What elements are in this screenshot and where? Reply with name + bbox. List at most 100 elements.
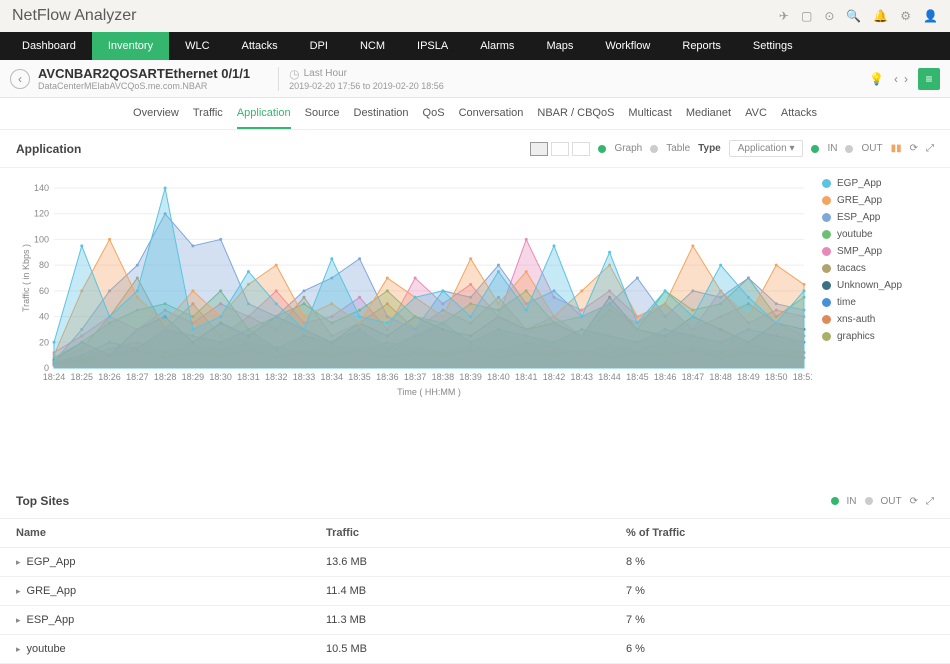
- chevron-right-icon: ▸: [16, 615, 21, 626]
- legend-label: youtube: [837, 229, 873, 240]
- legend-dot-icon: [822, 298, 831, 307]
- time-range: 2019-02-20 17:56 to 2019-02-20 18:56: [289, 81, 444, 91]
- tab-qos[interactable]: QoS: [423, 98, 445, 129]
- row-traffic: 10.5 MB: [326, 643, 626, 655]
- in-toggle-table[interactable]: IN: [847, 496, 857, 507]
- legend-dot-icon: [822, 230, 831, 239]
- dot-icon: [845, 145, 853, 153]
- svg-text:18:50: 18:50: [765, 372, 788, 382]
- prev-arrow[interactable]: ‹: [894, 72, 898, 86]
- chart-style-bar-icon[interactable]: [551, 142, 569, 156]
- nav-alarms[interactable]: Alarms: [464, 32, 530, 60]
- dot-icon: [811, 145, 819, 153]
- rocket-icon[interactable]: ✈: [779, 9, 789, 23]
- legend-label: time: [837, 297, 856, 308]
- svg-text:18:32: 18:32: [265, 372, 288, 382]
- nav-inventory[interactable]: Inventory: [92, 32, 169, 60]
- refresh-icon[interactable]: ⟳: [910, 143, 918, 154]
- legend-item[interactable]: Unknown_App: [822, 280, 934, 291]
- tab-overview[interactable]: Overview: [133, 98, 179, 129]
- col-pct[interactable]: % of Traffic: [626, 527, 934, 539]
- next-arrow[interactable]: ›: [904, 72, 908, 86]
- col-traffic[interactable]: Traffic: [326, 527, 626, 539]
- back-button[interactable]: ‹: [10, 69, 30, 89]
- legend-label: SMP_App: [837, 246, 882, 257]
- expand-icon[interactable]: ⤢: [926, 143, 934, 154]
- svg-text:18:47: 18:47: [682, 372, 705, 382]
- in-toggle[interactable]: IN: [827, 143, 837, 154]
- nav-reports[interactable]: Reports: [666, 32, 737, 60]
- view-graph-toggle[interactable]: Graph: [614, 143, 642, 154]
- nav-dpi[interactable]: DPI: [294, 32, 344, 60]
- svg-text:120: 120: [34, 209, 49, 219]
- svg-text:18:51: 18:51: [793, 372, 812, 382]
- tab-conversation[interactable]: Conversation: [459, 98, 524, 129]
- legend-item[interactable]: youtube: [822, 229, 934, 240]
- user-icon[interactable]: 👤: [923, 9, 938, 23]
- nav-wlc[interactable]: WLC: [169, 32, 225, 60]
- legend-item[interactable]: tacacs: [822, 263, 934, 274]
- tab-medianet[interactable]: Medianet: [686, 98, 731, 129]
- tab-nbar-cbqos[interactable]: NBAR / CBQoS: [537, 98, 614, 129]
- search-icon[interactable]: 🔍: [846, 9, 861, 23]
- table-row[interactable]: ▸GRE_App11.4 MB7 %: [0, 577, 950, 606]
- legend-label: ESP_App: [837, 212, 880, 223]
- svg-text:18:46: 18:46: [654, 372, 677, 382]
- legend-item[interactable]: time: [822, 297, 934, 308]
- type-select[interactable]: Application ▾: [729, 140, 804, 157]
- table-row[interactable]: ▸EGP_App13.6 MB8 %: [0, 548, 950, 577]
- headset-icon[interactable]: ⊙: [824, 9, 834, 23]
- row-pct: 7 %: [626, 585, 934, 597]
- legend-item[interactable]: EGP_App: [822, 178, 934, 189]
- bar-chart-icon[interactable]: ▮▮: [891, 143, 902, 154]
- legend-item[interactable]: xns-auth: [822, 314, 934, 325]
- clock-icon: ◷: [289, 67, 299, 81]
- nav-attacks[interactable]: Attacks: [226, 32, 294, 60]
- svg-text:140: 140: [34, 183, 49, 193]
- nav-workflow[interactable]: Workflow: [589, 32, 666, 60]
- legend-item[interactable]: SMP_App: [822, 246, 934, 257]
- nav-settings[interactable]: Settings: [737, 32, 809, 60]
- tab-traffic[interactable]: Traffic: [193, 98, 223, 129]
- legend-dot-icon: [822, 213, 831, 222]
- col-name[interactable]: Name: [16, 527, 326, 539]
- table-row[interactable]: ▸ESP_App11.3 MB7 %: [0, 606, 950, 635]
- tab-destination[interactable]: Destination: [354, 98, 409, 129]
- dot-icon: [598, 145, 606, 153]
- gear-icon[interactable]: ⚙: [900, 9, 911, 23]
- legend-item[interactable]: GRE_App: [822, 195, 934, 206]
- table-row[interactable]: ▸youtube10.5 MB6 %: [0, 635, 950, 664]
- out-toggle-table[interactable]: OUT: [881, 496, 902, 507]
- refresh-icon[interactable]: ⟳: [910, 496, 918, 507]
- legend-label: graphics: [837, 331, 875, 342]
- expand-icon[interactable]: ⤢: [926, 496, 934, 507]
- menu-toggle[interactable]: ≡: [918, 68, 940, 90]
- nav-ncm[interactable]: NCM: [344, 32, 401, 60]
- main-nav: DashboardInventoryWLCAttacksDPINCMIPSLAA…: [0, 32, 950, 60]
- chart-style-line-icon[interactable]: [572, 142, 590, 156]
- svg-text:Time ( HH:MM ): Time ( HH:MM ): [397, 387, 461, 397]
- nav-maps[interactable]: Maps: [530, 32, 589, 60]
- view-table-toggle[interactable]: Table: [666, 143, 690, 154]
- time-label[interactable]: Last Hour: [304, 68, 347, 79]
- nav-dashboard[interactable]: Dashboard: [6, 32, 92, 60]
- tab-source[interactable]: Source: [305, 98, 340, 129]
- nav-ipsla[interactable]: IPSLA: [401, 32, 464, 60]
- svg-text:18:31: 18:31: [237, 372, 260, 382]
- legend-item[interactable]: graphics: [822, 331, 934, 342]
- bell-icon[interactable]: 🔔: [873, 9, 888, 23]
- type-label: Type: [698, 143, 721, 154]
- out-toggle[interactable]: OUT: [861, 143, 882, 154]
- chart-style-area-icon[interactable]: [530, 142, 548, 156]
- monitor-icon[interactable]: ▢: [801, 9, 812, 23]
- legend-label: xns-auth: [837, 314, 875, 325]
- svg-text:18:28: 18:28: [154, 372, 177, 382]
- row-traffic: 13.6 MB: [326, 556, 626, 568]
- legend-item[interactable]: ESP_App: [822, 212, 934, 223]
- tab-multicast[interactable]: Multicast: [628, 98, 671, 129]
- tab-avc[interactable]: AVC: [745, 98, 767, 129]
- tab-application[interactable]: Application: [237, 98, 291, 129]
- lightbulb-icon[interactable]: 💡: [869, 72, 884, 86]
- panel-title: Application: [16, 142, 81, 156]
- tab-attacks[interactable]: Attacks: [781, 98, 817, 129]
